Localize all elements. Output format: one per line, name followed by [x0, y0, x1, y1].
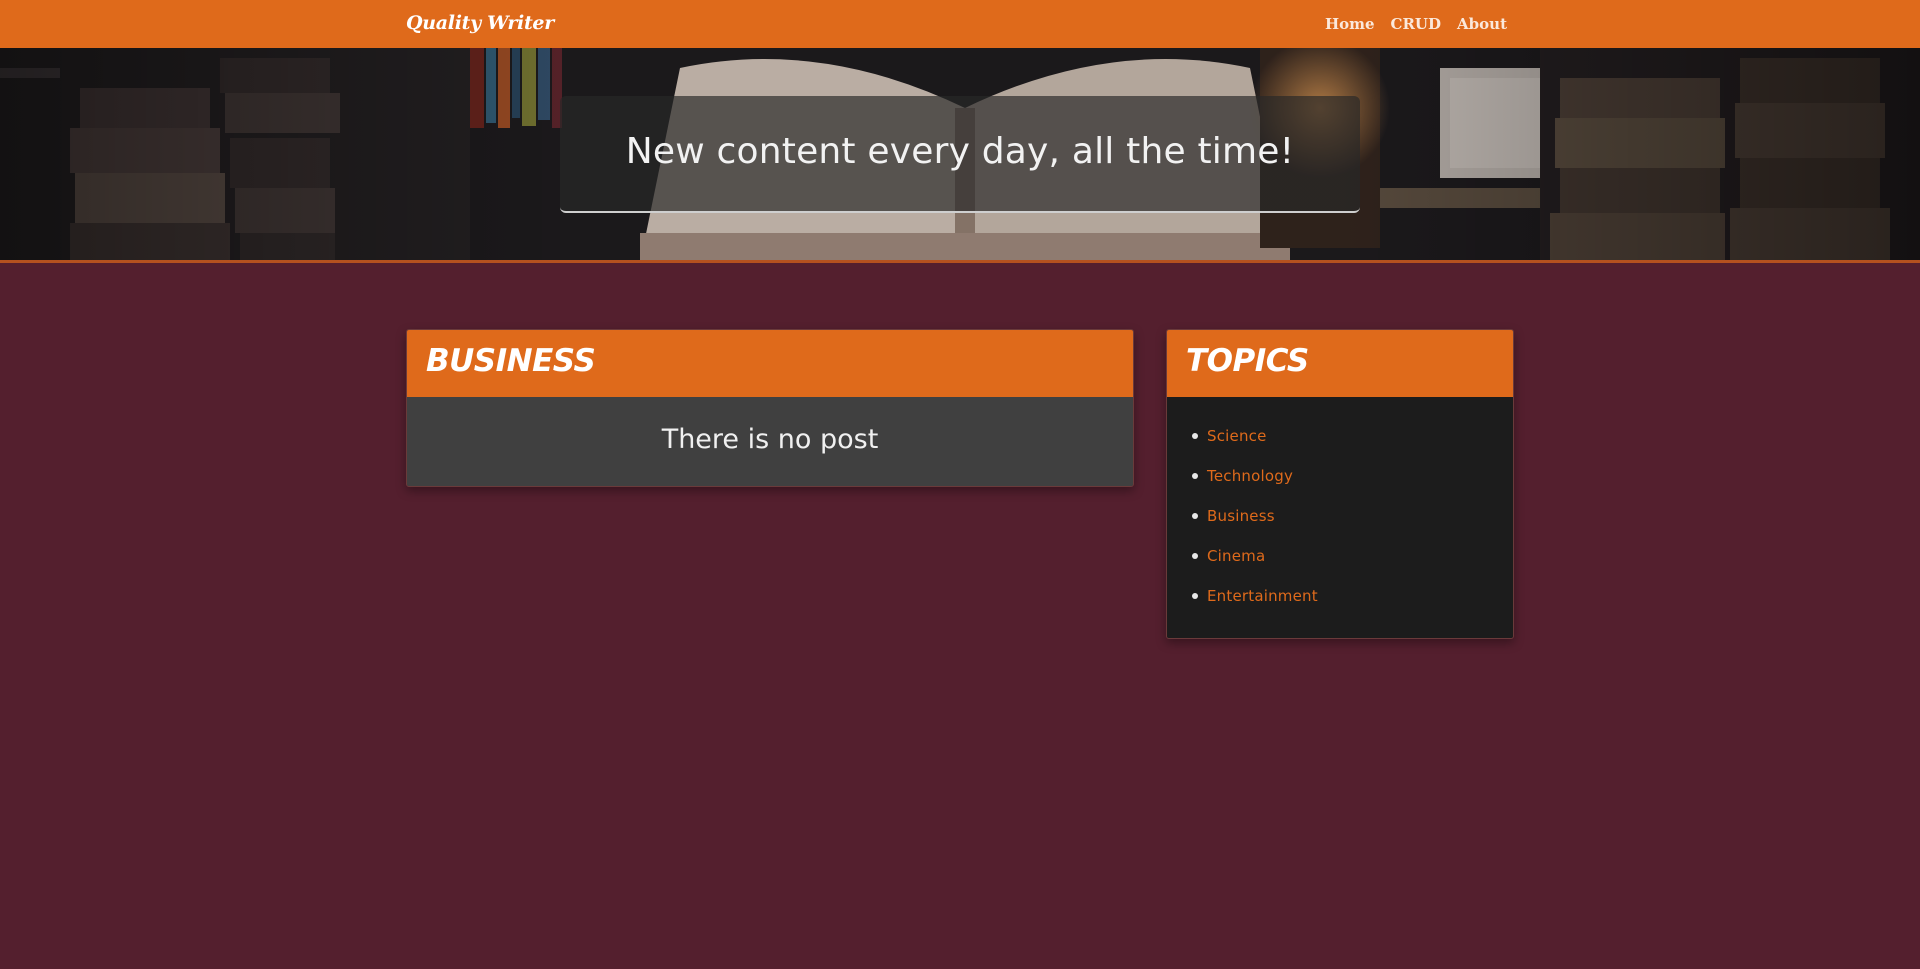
category-card: BUSINESS There is no post	[406, 329, 1134, 487]
bullet-icon	[1192, 513, 1198, 519]
topic-link-business[interactable]: Business	[1207, 507, 1275, 525]
nav-links: Home CRUD About	[1325, 15, 1507, 33]
category-card-header: BUSINESS	[407, 330, 1133, 397]
topics-title: TOPICS	[1186, 343, 1309, 379]
topics-card: TOPICS Science Technology Business Cinem…	[1166, 329, 1514, 639]
topics-card-body: Science Technology Business Cinema Enter…	[1167, 397, 1513, 638]
list-item: Cinema	[1192, 536, 1318, 576]
hero-headline: New content every day, all the time!	[625, 131, 1295, 172]
topic-link-technology[interactable]: Technology	[1207, 467, 1293, 485]
top-navbar: Quality Writer Home CRUD About	[0, 0, 1920, 48]
hero-callout: New content every day, all the time!	[560, 96, 1360, 213]
list-item: Technology	[1192, 456, 1318, 496]
nav-link-about[interactable]: About	[1457, 15, 1507, 33]
list-item: Business	[1192, 496, 1318, 536]
brand-logo[interactable]: Quality Writer	[406, 12, 554, 34]
list-item: Science	[1192, 416, 1318, 456]
category-title: BUSINESS	[426, 343, 596, 379]
topic-link-entertainment[interactable]: Entertainment	[1207, 587, 1318, 605]
topics-list: Science Technology Business Cinema Enter…	[1192, 416, 1318, 616]
bullet-icon	[1192, 473, 1198, 479]
topics-card-header: TOPICS	[1167, 330, 1513, 397]
topic-link-cinema[interactable]: Cinema	[1207, 547, 1265, 565]
empty-state-message: There is no post	[661, 424, 879, 455]
topic-link-science[interactable]: Science	[1207, 427, 1267, 445]
list-item: Entertainment	[1192, 576, 1318, 616]
bullet-icon	[1192, 553, 1198, 559]
nav-link-crud[interactable]: CRUD	[1391, 15, 1442, 33]
category-card-body: There is no post	[407, 397, 1133, 486]
hero-banner: New content every day, all the time!	[0, 48, 1920, 263]
nav-link-home[interactable]: Home	[1325, 15, 1375, 33]
bullet-icon	[1192, 433, 1198, 439]
bullet-icon	[1192, 593, 1198, 599]
